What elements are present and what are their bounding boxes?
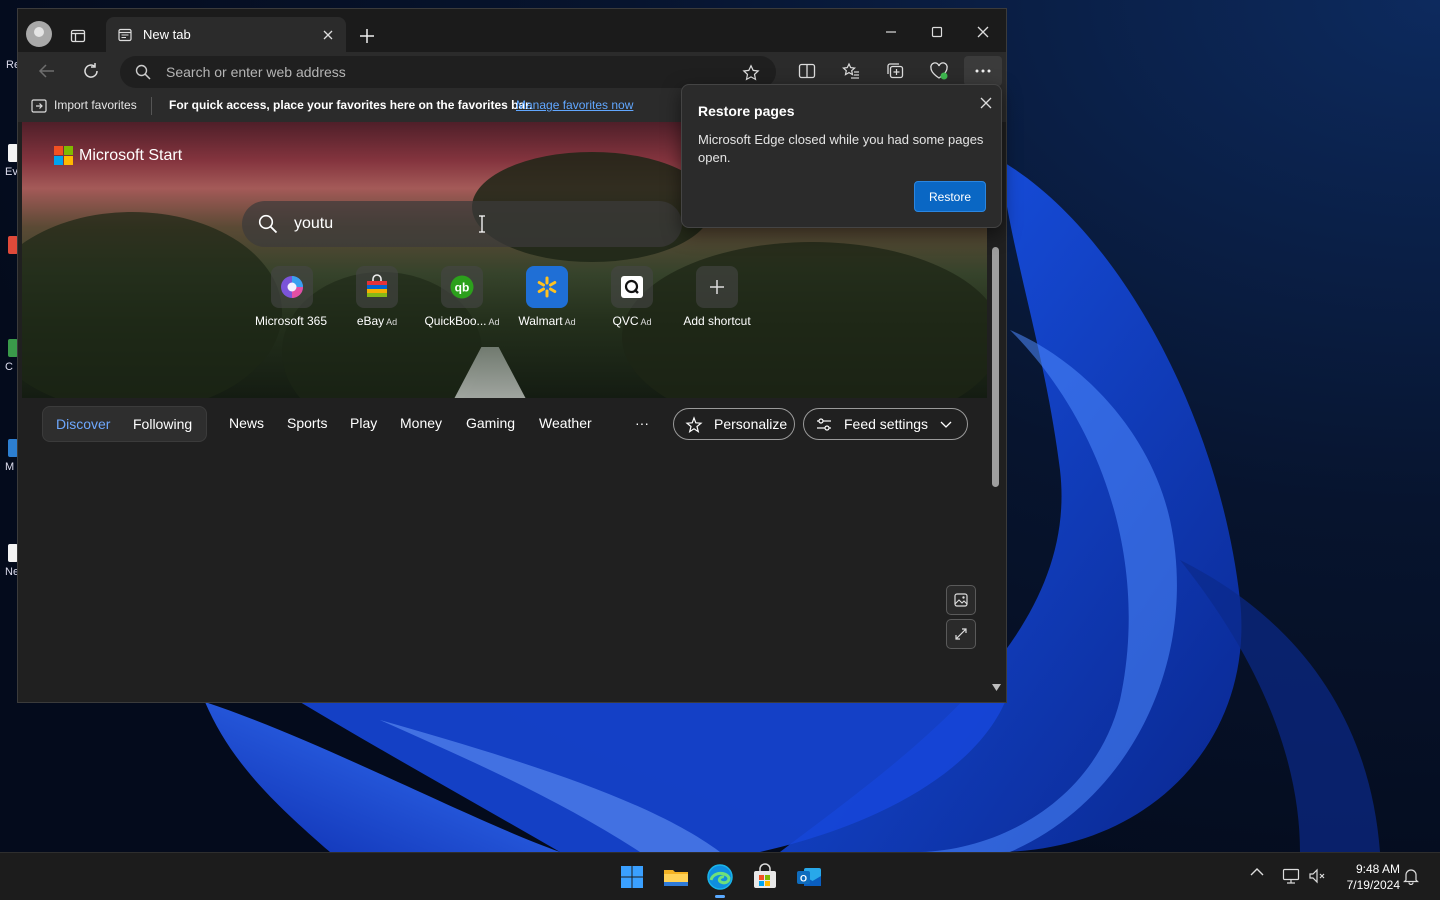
plus-icon <box>696 266 738 308</box>
minimize-icon[interactable] <box>880 21 902 43</box>
divider <box>151 97 152 115</box>
shortcut-qvc[interactable]: QVC Ad <box>587 266 677 328</box>
popup-title: Restore pages <box>698 103 795 119</box>
scrollbar-thumb[interactable] <box>992 247 999 487</box>
feed-tab-group: Discover Following <box>42 406 207 442</box>
expand-arrows-icon <box>953 626 969 642</box>
clock-date: 7/19/2024 <box>1346 878 1400 892</box>
walmart-icon <box>526 266 568 308</box>
nav-money[interactable]: Money <box>400 415 442 431</box>
shortcut-microsoft-365[interactable]: Microsoft 365 <box>247 266 337 328</box>
import-favorites-link[interactable]: Import favorites <box>54 98 137 112</box>
tab-strip: New tab <box>18 9 1006 52</box>
tab-new-tab[interactable]: New tab <box>106 17 346 52</box>
system-clock[interactable]: 9:48 AM 7/19/2024 <box>1338 861 1400 893</box>
personalize-button[interactable]: Personalize <box>673 408 795 440</box>
nav-weather[interactable]: Weather <box>539 415 592 431</box>
ebay-icon <box>356 266 398 308</box>
shortcut-quickbooks[interactable]: qb QuickBoo... Ad <box>417 266 507 328</box>
collections-icon[interactable] <box>883 59 907 83</box>
clock-time: 9:48 AM <box>1355 862 1400 876</box>
image-icon <box>953 592 969 608</box>
nav-sports[interactable]: Sports <box>287 415 327 431</box>
settings-more-icon[interactable] <box>964 56 1002 86</box>
start-icon[interactable] <box>618 863 646 891</box>
address-input[interactable] <box>166 62 726 82</box>
expand-button[interactable] <box>946 619 976 649</box>
svg-text:qb: qb <box>455 281 470 295</box>
chevron-up-icon[interactable] <box>1250 867 1270 887</box>
qvc-icon <box>611 266 653 308</box>
file-explorer-icon[interactable] <box>662 863 690 891</box>
scroll-down-arrow-icon[interactable] <box>991 682 1001 692</box>
add-shortcut-button[interactable]: Add shortcut <box>672 266 762 328</box>
popup-message: Microsoft Edge closed while you had some… <box>698 132 984 165</box>
search-icon <box>258 214 278 234</box>
svg-text:O: O <box>800 874 807 884</box>
close-popup-icon[interactable] <box>976 93 996 113</box>
back-arrow-icon[interactable] <box>35 59 59 83</box>
favorites-bar-message: For quick access, place your favorites h… <box>169 98 533 112</box>
tab-actions-icon[interactable] <box>68 26 88 46</box>
manage-favorites-link[interactable]: Manage favorites now <box>516 98 633 112</box>
edge-icon[interactable] <box>706 863 734 898</box>
microsoft-store-icon[interactable] <box>751 863 779 891</box>
maximize-icon[interactable] <box>926 21 948 43</box>
feed-settings-button[interactable]: Feed settings <box>803 408 968 440</box>
sparkle-star-icon <box>685 416 703 434</box>
microsoft-logo-icon <box>54 146 74 166</box>
close-window-icon[interactable] <box>972 21 994 43</box>
restore-pages-popup: Restore pages Microsoft Edge closed whil… <box>681 84 1002 228</box>
favorites-icon[interactable] <box>839 59 863 83</box>
notification-bell-icon[interactable] <box>1403 867 1423 887</box>
address-bar[interactable] <box>120 56 776 88</box>
browser-essentials-icon[interactable] <box>927 59 951 83</box>
quickbooks-icon: qb <box>441 266 483 308</box>
volume-muted-icon[interactable] <box>1308 867 1328 887</box>
tab-following[interactable]: Following <box>133 416 192 432</box>
microsoft-365-icon <box>271 266 313 308</box>
more-menu-button[interactable]: ··· <box>635 415 649 431</box>
refresh-icon[interactable] <box>79 59 103 83</box>
new-tab-plus-icon[interactable] <box>356 25 378 47</box>
network-icon[interactable] <box>1282 867 1302 887</box>
split-screen-icon[interactable] <box>795 59 819 83</box>
new-tab-page-icon <box>117 27 133 43</box>
profile-avatar-icon[interactable] <box>26 21 52 47</box>
microsoft-start-logo[interactable]: Microsoft Start <box>54 146 182 166</box>
nav-news[interactable]: News <box>229 415 264 431</box>
tab-title: New tab <box>143 27 191 42</box>
search-icon <box>134 63 152 81</box>
text-cursor-icon <box>477 213 487 235</box>
sliders-icon <box>815 416 833 434</box>
web-search-box[interactable] <box>242 201 682 247</box>
shortcut-walmart[interactable]: Walmart Ad <box>502 266 592 328</box>
close-tab-icon[interactable] <box>320 27 336 43</box>
feed-navigation: Discover Following News Sports Play Mone… <box>22 398 987 448</box>
chevron-down-icon <box>939 418 953 432</box>
nav-gaming[interactable]: Gaming <box>466 415 515 431</box>
nav-play[interactable]: Play <box>350 415 377 431</box>
brand-name: Microsoft Start <box>79 147 183 164</box>
favorite-star-icon[interactable] <box>740 62 762 84</box>
outlook-icon[interactable]: O <box>795 863 823 891</box>
import-favorites-icon[interactable] <box>30 98 48 114</box>
shortcut-ebay[interactable]: eBay Ad <box>332 266 422 328</box>
taskbar: O 9:48 AM 7/19/2024 <box>0 852 1440 900</box>
tab-discover[interactable]: Discover <box>56 416 110 432</box>
background-image-button[interactable] <box>946 585 976 615</box>
restore-button[interactable]: Restore <box>914 181 986 212</box>
